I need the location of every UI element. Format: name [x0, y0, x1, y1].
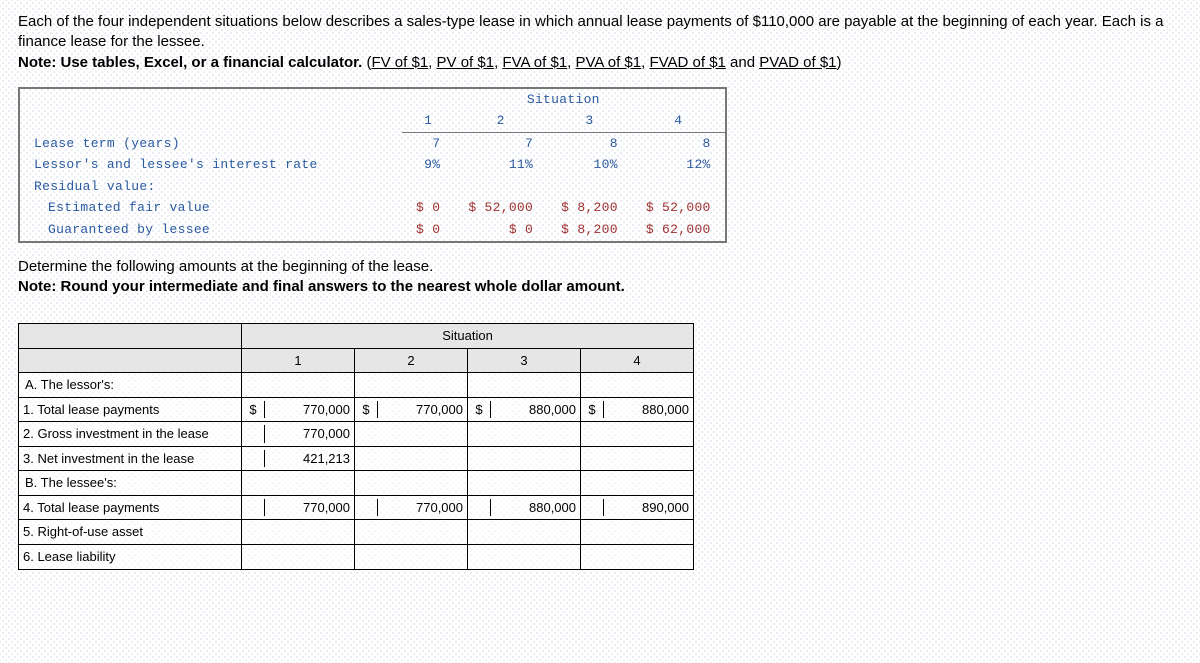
ans-col-3: 3 [468, 348, 581, 373]
input-b4-3[interactable]: 880,000 [491, 499, 580, 517]
link-pvad[interactable]: PVAD of $1 [759, 54, 836, 71]
answer-table: Situation 1 2 3 4 A. The lessor's: 1. To… [18, 323, 694, 569]
input-a1-2[interactable]: 770,000 [378, 401, 467, 419]
ans-col-1: 1 [242, 348, 355, 373]
row-b6: 6. Lease liability [19, 545, 694, 570]
input-a1-4[interactable]: 880,000 [604, 401, 693, 419]
input-a2-1[interactable]: 770,000 [265, 425, 354, 443]
row-lease-term: Lease term (years) 7 7 8 8 [19, 132, 726, 154]
given-col-3: 3 [547, 110, 632, 132]
given-data-table: Situation 1 2 3 4 Lease term (years) 7 7… [18, 87, 727, 243]
row-b4: 4. Total lease payments 770,000 770,000 … [19, 495, 694, 520]
link-fv[interactable]: FV of $1 [371, 54, 428, 71]
input-b4-4[interactable]: 890,000 [604, 499, 693, 517]
input-b4-2[interactable]: 770,000 [378, 499, 467, 517]
input-a1-3[interactable]: 880,000 [491, 401, 580, 419]
link-pv[interactable]: PV of $1 [437, 54, 495, 71]
ans-col-4: 4 [581, 348, 694, 373]
row-a2: 2. Gross investment in the lease 770,000 [19, 422, 694, 447]
given-col-4: 4 [632, 110, 726, 132]
row-a3: 3. Net investment in the lease 421,213 [19, 446, 694, 471]
intro-text: Each of the four independent situations … [18, 13, 1163, 50]
answer-title: Situation [242, 324, 694, 349]
row-b5: 5. Right-of-use asset [19, 520, 694, 545]
problem-statement: Each of the four independent situations … [18, 12, 1182, 73]
row-estimated-fair-value: Estimated fair value $ 0 $ 52,000 $ 8,20… [19, 197, 726, 219]
given-col-1: 1 [402, 110, 454, 132]
instructions: Determine the following amounts at the b… [18, 257, 1182, 298]
input-b4-1[interactable]: 770,000 [265, 499, 354, 517]
input-a3-1[interactable]: 421,213 [265, 450, 354, 468]
row-interest-rate: Lessor's and lessee's interest rate 9% 1… [19, 154, 726, 176]
section-b: B. The lessee's: [19, 471, 242, 496]
given-col-2: 2 [454, 110, 547, 132]
ans-col-2: 2 [355, 348, 468, 373]
given-title: Situation [402, 88, 726, 111]
row-guaranteed-by-lessee: Guaranteed by lessee $ 0 $ 0 $ 8,200 $ 6… [19, 219, 726, 242]
link-pva[interactable]: PVA of $1 [576, 54, 642, 71]
row-a1: 1. Total lease payments $770,000 $770,00… [19, 397, 694, 422]
row-residual-header: Residual value: [19, 176, 726, 198]
link-fva[interactable]: FVA of $1 [502, 54, 567, 71]
section-a: A. The lessor's: [19, 373, 242, 398]
input-a1-1[interactable]: 770,000 [265, 401, 354, 419]
note-label: Note: Use tables, Excel, or a financial … [18, 54, 362, 71]
link-fvad[interactable]: FVAD of $1 [649, 54, 725, 71]
